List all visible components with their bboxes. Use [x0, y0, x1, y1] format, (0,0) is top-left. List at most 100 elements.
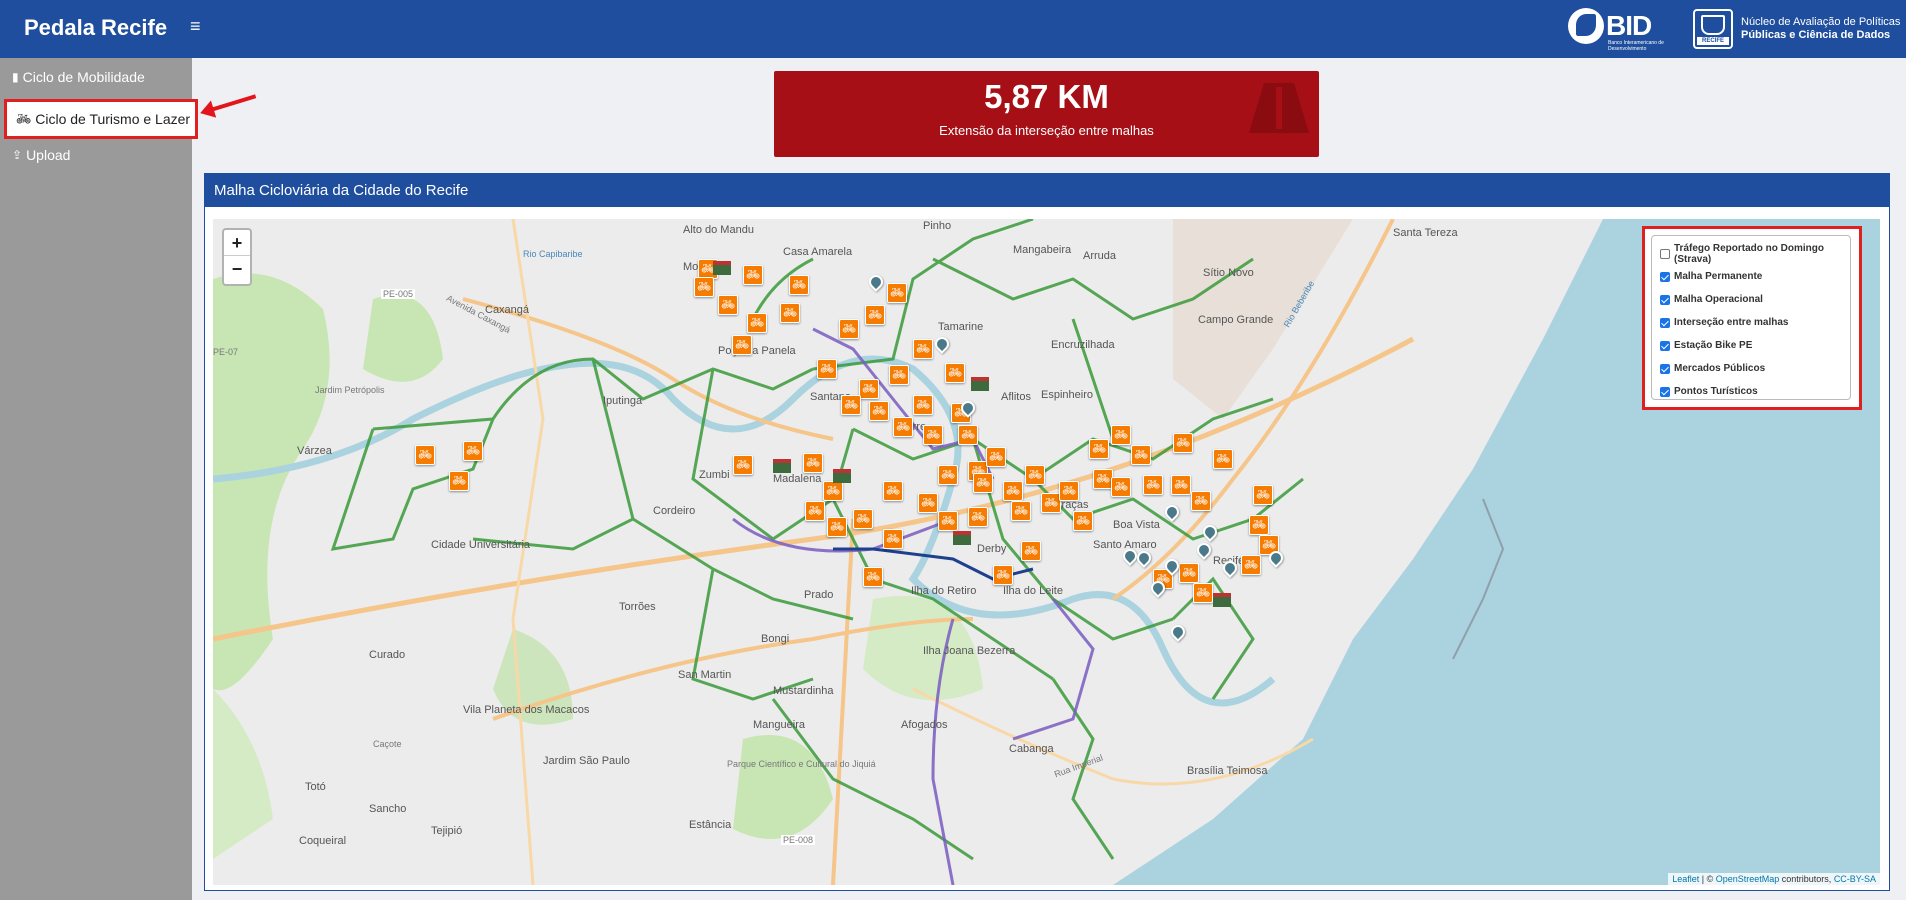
tourist-point-marker[interactable]: 🚲︎ — [889, 365, 909, 385]
tourist-point-marker[interactable]: 🚲︎ — [1011, 501, 1031, 521]
tourist-point-marker[interactable]: 🚲︎ — [823, 481, 843, 501]
checkbox[interactable] — [1660, 294, 1670, 305]
tourist-point-marker[interactable]: 🚲︎ — [1089, 439, 1109, 459]
tourist-point-marker[interactable]: 🚲︎ — [1021, 541, 1041, 561]
tourist-point-marker[interactable]: 🚲︎ — [893, 417, 913, 437]
tourist-point-marker[interactable]: 🚲︎ — [923, 425, 943, 445]
tourist-point-marker[interactable]: 🚲︎ — [805, 501, 825, 521]
checkbox[interactable] — [1660, 248, 1670, 259]
tourist-point-marker[interactable]: 🚲︎ — [1025, 465, 1045, 485]
tourist-point-marker[interactable]: 🚲︎ — [1193, 583, 1213, 603]
tourist-point-marker[interactable]: 🚲︎ — [1131, 445, 1151, 465]
tourist-point-marker[interactable]: 🚲︎ — [945, 363, 965, 383]
public-market-icon[interactable] — [1213, 593, 1231, 607]
layer-toggle-malha-permanente[interactable]: Malha Permanente — [1660, 265, 1842, 288]
tourist-point-marker[interactable]: 🚲︎ — [803, 453, 823, 473]
nucleo-line-2: Públicas e Ciência de Dados — [1741, 29, 1900, 42]
public-market-icon[interactable] — [953, 531, 971, 545]
leaflet-link[interactable]: Leaflet — [1672, 874, 1699, 884]
public-market-icon[interactable] — [773, 459, 791, 473]
tourist-point-marker[interactable]: 🚲︎ — [780, 303, 800, 323]
place-label: Caxangá — [485, 304, 530, 316]
sidebar-item-upload[interactable]: ⇪ Upload — [12, 147, 70, 163]
layer-toggle-strava[interactable]: Tráfego Reportado no Domingo (Strava) — [1660, 242, 1842, 265]
place-label: Espinheiro — [1041, 389, 1093, 401]
tourist-point-marker[interactable]: 🚲︎ — [841, 395, 861, 415]
tourist-point-marker[interactable]: 🚲︎ — [863, 567, 883, 587]
tourist-point-marker[interactable]: 🚲︎ — [869, 401, 889, 421]
tourist-point-marker[interactable]: 🚲︎ — [827, 517, 847, 537]
hamburger-icon[interactable]: ≡ — [190, 16, 201, 37]
layer-toggle-estacao-bike[interactable]: Estação Bike PE — [1660, 334, 1842, 357]
layer-toggle-malha-operacional[interactable]: Malha Operacional — [1660, 288, 1842, 311]
public-market-icon[interactable] — [971, 377, 989, 391]
tourist-point-marker[interactable]: 🚲︎ — [1171, 475, 1191, 495]
tourist-point-marker[interactable]: 🚲︎ — [747, 313, 767, 333]
tourist-point-marker[interactable]: 🚲︎ — [1191, 491, 1211, 511]
tourist-point-marker[interactable]: 🚲︎ — [839, 319, 859, 339]
tourist-point-marker[interactable]: 🚲︎ — [865, 305, 885, 325]
tourist-point-marker[interactable]: 🚲︎ — [973, 473, 993, 493]
layer-toggle-mercados[interactable]: Mercados Públicos — [1660, 357, 1842, 380]
tourist-point-marker[interactable]: 🚲︎ — [1213, 449, 1233, 469]
tourist-point-marker[interactable]: 🚲︎ — [883, 481, 903, 501]
tourist-point-marker[interactable]: 🚲︎ — [883, 529, 903, 549]
tourist-point-marker[interactable]: 🚲︎ — [1111, 425, 1131, 445]
sidebar-item-ciclo-mobilidade[interactable]: ▮ Ciclo de Mobilidade — [12, 69, 145, 85]
tourist-point-marker[interactable]: 🚲︎ — [918, 493, 938, 513]
tourist-point-marker[interactable]: 🚲︎ — [1003, 481, 1023, 501]
osm-link[interactable]: OpenStreetMap — [1716, 874, 1780, 884]
tourist-point-marker[interactable]: 🚲︎ — [1241, 555, 1261, 575]
tourist-point-marker[interactable]: 🚲︎ — [449, 471, 469, 491]
checkbox[interactable] — [1660, 317, 1670, 328]
layer-toggle-intersecao[interactable]: Interseção entre malhas — [1660, 311, 1842, 334]
tourist-point-marker[interactable]: 🚲︎ — [1093, 469, 1113, 489]
nucleo-line-1: Núcleo de Avaliação de Políticas — [1741, 16, 1901, 28]
tourist-point-marker[interactable]: 🚲︎ — [694, 277, 714, 297]
leaflet-map[interactable]: Alto do Mandu Pinho Mangabeira Arruda Sa… — [213, 219, 1880, 885]
zoom-in-button[interactable]: + — [224, 230, 250, 256]
tourist-point-marker[interactable]: 🚲︎ — [993, 565, 1013, 585]
tourist-point-marker[interactable]: 🚲︎ — [986, 447, 1006, 467]
tourist-point-marker[interactable]: 🚲︎ — [718, 295, 738, 315]
tourist-point-marker[interactable]: 🚲︎ — [913, 339, 933, 359]
tourist-point-marker[interactable]: 🚲︎ — [913, 395, 933, 415]
tourist-point-marker[interactable]: 🚲︎ — [887, 283, 907, 303]
tourist-point-marker[interactable]: 🚲︎ — [733, 455, 753, 475]
tourist-point-marker[interactable]: 🚲︎ — [1059, 481, 1079, 501]
tourist-point-marker[interactable]: 🚲︎ — [1173, 433, 1193, 453]
license-link[interactable]: CC-BY-SA — [1834, 874, 1876, 884]
tourist-point-marker[interactable]: 🚲︎ — [938, 511, 958, 531]
tourist-point-marker[interactable]: 🚲︎ — [1249, 515, 1269, 535]
app-title[interactable]: Pedala Recife — [24, 15, 167, 41]
tourist-point-marker[interactable]: 🚲︎ — [732, 335, 752, 355]
tourist-point-marker[interactable]: 🚲︎ — [1041, 493, 1061, 513]
checkbox[interactable] — [1660, 340, 1670, 351]
tourist-point-marker[interactable]: 🚲︎ — [853, 509, 873, 529]
park-area — [733, 735, 833, 839]
tourist-point-marker[interactable]: 🚲︎ — [1253, 485, 1273, 505]
tourist-point-marker[interactable]: 🚲︎ — [415, 445, 435, 465]
tourist-point-marker[interactable]: 🚲︎ — [1179, 563, 1199, 583]
layer-toggle-pontos-turisticos[interactable]: Pontos Turísticos — [1660, 380, 1842, 403]
tourist-point-marker[interactable]: 🚲︎ — [463, 441, 483, 461]
tourist-point-marker[interactable]: 🚲︎ — [1111, 477, 1131, 497]
tourist-point-marker[interactable]: 🚲︎ — [938, 465, 958, 485]
public-market-icon[interactable] — [713, 261, 731, 275]
checkbox[interactable] — [1660, 363, 1670, 374]
tourist-point-marker[interactable]: 🚲︎ — [958, 425, 978, 445]
place-label: Santa Tereza — [1393, 227, 1458, 239]
tourist-point-marker[interactable]: 🚲︎ — [1143, 475, 1163, 495]
tourist-point-marker[interactable]: 🚲︎ — [789, 275, 809, 295]
tourist-point-marker[interactable]: 🚲︎ — [743, 265, 763, 285]
place-label: Tamarine — [938, 321, 984, 333]
checkbox[interactable] — [1660, 271, 1670, 282]
checkbox[interactable] — [1660, 386, 1670, 397]
zoom-out-button[interactable]: − — [224, 256, 250, 282]
tourist-point-marker[interactable]: 🚲︎ — [968, 507, 988, 527]
tourist-point-marker[interactable]: 🚲︎ — [1073, 511, 1093, 531]
tourist-point-marker[interactable]: 🚲︎ — [859, 379, 879, 399]
public-market-icon[interactable] — [833, 469, 851, 483]
tourist-point-marker[interactable]: 🚲︎ — [817, 359, 837, 379]
sidebar-item-ciclo-turismo[interactable]: 🚲︎ Ciclo de Turismo e Lazer — [4, 99, 198, 139]
